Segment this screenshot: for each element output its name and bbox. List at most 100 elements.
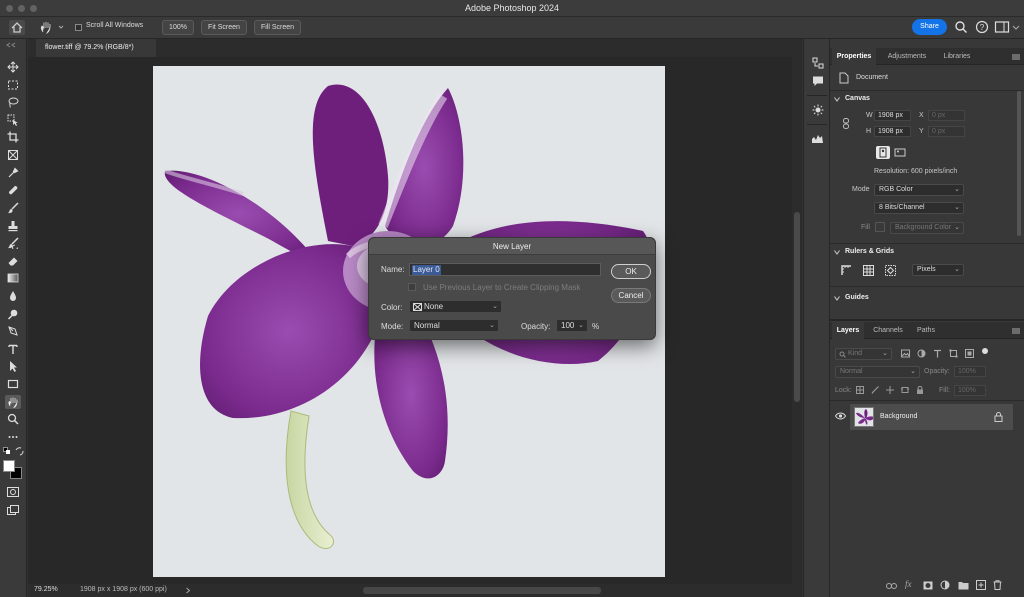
layer-fill-field[interactable]: 100%	[954, 385, 986, 396]
guides-header[interactable]: Guides	[845, 294, 869, 301]
properties-scrollbar[interactable]	[1017, 91, 1021, 236]
clone-stamp-tool[interactable]	[5, 219, 21, 233]
default-colors-icon[interactable]	[3, 447, 11, 455]
type-filter-icon[interactable]	[933, 349, 942, 358]
portrait-orientation-button[interactable]	[876, 146, 890, 159]
marquee-tool[interactable]	[5, 78, 21, 92]
fill-screen-button[interactable]: Fill Screen	[254, 20, 301, 35]
lock-brush-icon[interactable]	[871, 386, 879, 394]
hand-tool[interactable]	[5, 395, 21, 409]
clipping-mask-checkbox[interactable]	[408, 283, 416, 291]
ruler-units-dropdown[interactable]: Pixels ⌄	[912, 264, 964, 276]
tool-preset-picker[interactable]	[38, 20, 66, 35]
lock-artboard-icon[interactable]	[901, 386, 909, 394]
layer-row-background[interactable]: Background	[850, 404, 1013, 430]
adjustment-filter-icon[interactable]	[917, 349, 926, 358]
brush-tool[interactable]	[5, 201, 21, 215]
edit-toolbar-button[interactable]	[5, 430, 21, 444]
tab-adjustments[interactable]: Adjustments	[878, 48, 936, 65]
canvas-section-header[interactable]: Canvas	[845, 95, 870, 102]
new-group-icon[interactable]	[958, 581, 969, 590]
adjustment-layer-icon[interactable]	[940, 580, 950, 590]
layer-opacity-field[interactable]: 100%	[954, 366, 986, 377]
layer-color-dropdown[interactable]: None ⌄	[409, 300, 502, 313]
home-button[interactable]	[9, 20, 25, 35]
filter-toggle[interactable]	[982, 348, 988, 354]
chevron-right-icon[interactable]	[185, 587, 191, 594]
guides-icon[interactable]	[885, 265, 896, 276]
fit-screen-button[interactable]: Fit Screen	[201, 20, 247, 35]
grid-icon[interactable]	[863, 265, 874, 276]
ruler-icon[interactable]	[841, 265, 852, 276]
landscape-orientation-button[interactable]	[893, 146, 907, 159]
zoom-tool[interactable]	[5, 412, 21, 426]
zoom-level[interactable]: 79.25%	[34, 586, 58, 593]
crop-tool[interactable]	[5, 130, 21, 144]
scroll-all-windows-checkbox[interactable]	[75, 24, 82, 31]
link-layers-icon[interactable]	[886, 582, 897, 590]
canvas-x-field[interactable]: 0 px	[928, 110, 965, 121]
tab-layers[interactable]: Layers	[832, 322, 864, 339]
canvas-height-field[interactable]: 1908 px	[874, 126, 911, 137]
lock-icon[interactable]	[994, 412, 1003, 422]
eraser-tool[interactable]	[5, 254, 21, 268]
healing-brush-tool[interactable]	[5, 183, 21, 197]
zoom-100-button[interactable]: 100%	[162, 20, 194, 35]
screen-mode-button[interactable]	[5, 503, 21, 517]
move-tool[interactable]	[5, 60, 21, 74]
lock-all-icon[interactable]	[916, 386, 924, 394]
vertical-scroll-thumb[interactable]	[794, 212, 800, 402]
canvas-width-field[interactable]: 1908 px	[874, 110, 911, 121]
vertical-scrollbar[interactable]	[792, 57, 802, 584]
bit-depth-dropdown[interactable]: 8 Bits/Channel ⌄	[874, 202, 964, 214]
trash-icon[interactable]	[993, 580, 1002, 590]
pen-tool[interactable]	[5, 324, 21, 338]
history-panel-button[interactable]	[810, 56, 825, 70]
cancel-button[interactable]: Cancel	[611, 288, 651, 303]
image-filter-icon[interactable]	[901, 349, 910, 358]
smart-object-filter-icon[interactable]	[965, 349, 974, 358]
tab-libraries[interactable]: Libraries	[936, 48, 978, 65]
layer-name[interactable]: Background	[880, 413, 917, 420]
fill-swatch[interactable]	[875, 222, 885, 232]
lock-pixels-icon[interactable]	[856, 386, 864, 394]
comments-panel-button[interactable]	[810, 74, 825, 88]
swap-colors-icon[interactable]	[15, 447, 24, 456]
quick-mask-button[interactable]	[5, 485, 21, 499]
document-tab[interactable]: flower.tiff @ 79.2% (RGB/8*)	[36, 39, 156, 57]
chevron-down-icon[interactable]	[834, 250, 840, 255]
dodge-tool[interactable]	[5, 307, 21, 321]
collapse-toolbar-icon[interactable]	[6, 42, 20, 48]
shape-filter-icon[interactable]	[949, 349, 958, 358]
canvas-y-field[interactable]: 0 px	[928, 126, 965, 137]
new-layer-icon[interactable]	[976, 580, 986, 590]
ok-button[interactable]: OK	[611, 264, 651, 279]
lock-position-icon[interactable]	[886, 386, 894, 394]
link-icon[interactable]	[842, 118, 850, 129]
layer-opacity-dropdown[interactable]: 100 ⌄	[556, 319, 588, 332]
navigator-panel-button[interactable]	[810, 103, 825, 117]
gradient-tool[interactable]	[5, 271, 21, 285]
lasso-tool[interactable]	[5, 95, 21, 109]
blend-mode-dropdown[interactable]: Normal ⌄	[835, 366, 920, 378]
chevron-down-icon[interactable]	[1012, 25, 1020, 31]
path-selection-tool[interactable]	[5, 359, 21, 373]
share-button[interactable]: Share	[912, 19, 947, 35]
help-icon[interactable]: ?	[975, 20, 989, 34]
chevron-down-icon[interactable]	[834, 97, 840, 102]
layer-name-input[interactable]: Layer 0	[409, 263, 601, 276]
fill-dropdown[interactable]: Background Color ⌄	[890, 222, 964, 234]
rulers-grids-header[interactable]: Rulers & Grids	[845, 248, 894, 255]
add-mask-icon[interactable]	[923, 581, 933, 590]
foreground-color-swatch[interactable]	[3, 460, 15, 472]
panel-menu-icon[interactable]	[1012, 54, 1020, 60]
tab-properties[interactable]: Properties	[832, 48, 876, 65]
fx-icon[interactable]: fx	[905, 579, 912, 589]
rectangle-tool[interactable]	[5, 377, 21, 391]
search-icon[interactable]	[954, 20, 968, 34]
tab-paths[interactable]: Paths	[911, 322, 941, 339]
eye-icon[interactable]	[835, 412, 846, 420]
frame-tool[interactable]	[5, 148, 21, 162]
chevron-down-icon[interactable]	[834, 296, 840, 301]
eyedropper-tool[interactable]	[5, 166, 21, 180]
